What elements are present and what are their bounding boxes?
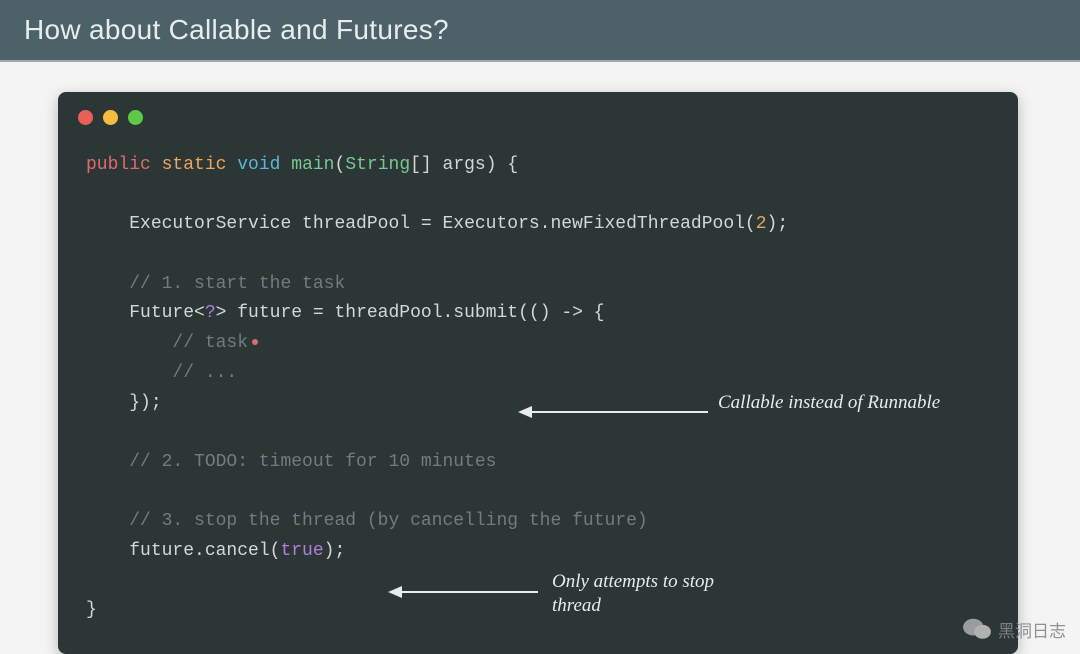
comment-todo: // 2. TODO: timeout for 10 minutes <box>129 452 496 472</box>
arrow-stop-icon <box>388 582 538 602</box>
args-tail: [] args) { <box>410 155 518 175</box>
close-icon <box>78 110 93 125</box>
arrow-callable-icon <box>518 402 708 422</box>
cancel-bool: true <box>280 541 323 561</box>
future-decl-b: > future = threadPool.submit(() -> { <box>216 303 605 323</box>
comment-task: // task <box>172 333 248 353</box>
comment-dots: // ... <box>172 363 237 383</box>
comment-stop: // 3. stop the thread (by cancelling the… <box>129 511 647 531</box>
slide-body: public static void main(String[] args) {… <box>0 62 1080 654</box>
maximize-icon <box>128 110 143 125</box>
exec-line-b: ); <box>767 214 789 234</box>
annotation-callable: Callable instead of Runnable <box>718 391 940 415</box>
cancel-a: future.cancel( <box>129 541 280 561</box>
close-lambda: }); <box>129 393 161 413</box>
type-string: String <box>345 155 410 175</box>
annotation-stop-line2: thread <box>552 595 601 616</box>
fn-main: main <box>291 155 334 175</box>
annotation-stop-line1: Only attempts to stop <box>552 571 714 592</box>
window-traffic-lights <box>58 92 1018 133</box>
exec-line-a: ExecutorService threadPool = Executors.n… <box>129 214 756 234</box>
minimize-icon <box>103 110 118 125</box>
kw-static: static <box>162 155 227 175</box>
comment-start-task: // 1. start the task <box>129 274 345 294</box>
annotation-stop: Only attempts to stop thread <box>552 570 714 618</box>
future-decl-a: Future< <box>129 303 205 323</box>
code-window: public static void main(String[] args) {… <box>58 92 1018 654</box>
pool-size: 2 <box>756 214 767 234</box>
annotation-callable-text: Callable instead of Runnable <box>718 392 940 413</box>
watermark: 黑洞日志 <box>962 616 1066 642</box>
slide-title: How about Callable and Futures? <box>0 0 1080 62</box>
cursor-dot-icon <box>252 339 258 345</box>
future-generic: ? <box>205 303 216 323</box>
watermark-text: 黑洞日志 <box>998 617 1066 642</box>
close-brace: } <box>86 600 97 620</box>
kw-void: void <box>237 155 280 175</box>
cancel-b: ); <box>324 541 346 561</box>
kw-public: public <box>86 155 151 175</box>
wechat-icon <box>962 616 992 642</box>
slide-title-text: How about Callable and Futures? <box>24 14 449 45</box>
